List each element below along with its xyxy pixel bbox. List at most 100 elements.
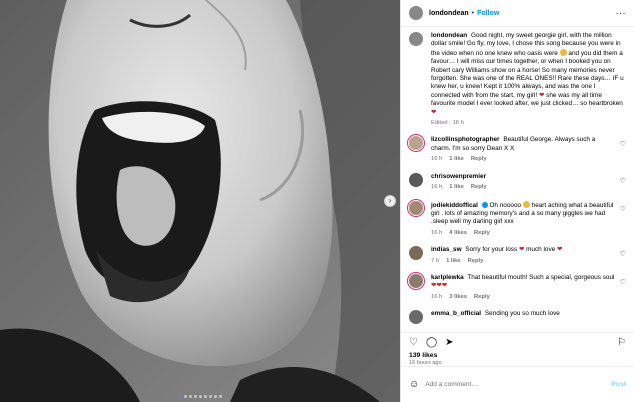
post-photo[interactable]: ›: [0, 0, 400, 402]
save-bookmark-icon[interactable]: ⚐: [617, 338, 626, 348]
comment-meta: 7 h 1 like Reply: [431, 257, 616, 265]
instagram-post-modal: › londondean • Follow ··· londondean Goo…: [0, 0, 634, 402]
caption-meta: Edited · 16 h: [431, 119, 626, 127]
carousel-dot: [188, 395, 192, 398]
caption-username[interactable]: londondean: [431, 32, 467, 39]
like-comment-heart-icon[interactable]: ♡: [620, 177, 626, 192]
reply-button[interactable]: Reply: [468, 257, 484, 265]
next-photo-button[interactable]: ›: [384, 195, 396, 207]
comment-body: emma_b_official Sending you so much love: [431, 310, 626, 324]
comment-time: 16 h: [431, 293, 443, 300]
carousel-dot: [198, 395, 202, 398]
reply-button[interactable]: Reply: [474, 229, 490, 237]
comment-avatar[interactable]: [409, 273, 423, 288]
comment-text: Oh nooooo: [489, 201, 522, 209]
comment-item: karlplewka That beautiful mouth! Such a …: [409, 273, 626, 301]
broken-heart-emoji-icon: ❤: [431, 108, 437, 116]
follow-button[interactable]: Follow: [477, 10, 499, 17]
caption-body: londondean Good night, my sweet georgie …: [431, 32, 626, 127]
author-username[interactable]: londondean: [429, 10, 469, 17]
carousel-dots: [0, 395, 400, 398]
post-comment-button[interactable]: Post: [611, 381, 626, 388]
reply-button[interactable]: Reply: [474, 293, 490, 301]
comment-likes[interactable]: 1 like: [446, 257, 461, 265]
caption-edited: Edited · 16 h: [431, 120, 464, 127]
comment-likes[interactable]: 4 likes: [449, 229, 467, 237]
like-comment-heart-icon[interactable]: ♡: [620, 250, 626, 265]
carousel-dot: [208, 395, 212, 398]
red-heart-emoji-icon: ❤: [557, 246, 563, 254]
carousel-dot: [203, 395, 207, 398]
comment-username[interactable]: jodiekiddoffical: [431, 202, 478, 209]
reply-button[interactable]: Reply: [471, 183, 487, 191]
caption-avatar[interactable]: [409, 32, 423, 46]
likes-count[interactable]: 139 likes: [409, 352, 626, 359]
comment-likes[interactable]: 3 likes: [449, 293, 467, 301]
comment-meta: 16 h 4 likes Reply: [431, 229, 616, 237]
carousel-dot: [213, 395, 217, 398]
carousel-dot: [178, 395, 182, 398]
like-comment-heart-icon[interactable]: ♡: [620, 278, 626, 301]
comment-body: jodiekiddoffical Oh nooooo heart aching …: [431, 200, 616, 238]
comment-avatar[interactable]: [409, 172, 423, 187]
grin-emoji-icon: [559, 48, 567, 56]
comment-likes[interactable]: 1 like: [449, 183, 464, 191]
comment-text-2: much love: [526, 246, 556, 254]
post-actions: ♡ ◯ ➤ ⚐ 139 likes 16 hours ago: [401, 332, 634, 366]
comment-text: That beautiful mouth! Such a special, go…: [467, 273, 615, 281]
comment-avatar[interactable]: [409, 246, 423, 261]
comment-username[interactable]: chrisowenpremier: [431, 173, 486, 180]
carousel-dot: [183, 395, 187, 398]
comment-username[interactable]: lizcollinsphotographer: [431, 136, 500, 143]
emoji-picker-icon[interactable]: ☺: [409, 379, 419, 390]
comment-bubble-icon[interactable]: ◯: [426, 338, 437, 348]
comment-item: chrisowenpremier 16 h 1 like Reply ♡: [409, 172, 626, 192]
comment-username[interactable]: emma_b_official: [431, 310, 481, 317]
comment-avatar[interactable]: [409, 136, 423, 151]
like-heart-icon[interactable]: ♡: [409, 338, 418, 348]
comment-meta: 16 h 1 like Reply: [431, 155, 616, 163]
red-heart-emoji-icon: ❤: [518, 246, 525, 254]
comment-username[interactable]: karlplewka: [431, 274, 464, 281]
comments-panel: londondean • Follow ··· londondean Good …: [400, 0, 634, 402]
comment-text: Sending you so much love: [484, 310, 560, 318]
sad-emoji-icon: [522, 200, 530, 208]
action-icons: ♡ ◯ ➤ ⚐: [409, 337, 626, 349]
comment-item: emma_b_official Sending you so much love: [409, 310, 626, 325]
comment-meta: 16 h 1 like Reply: [431, 183, 616, 191]
like-comment-heart-icon[interactable]: ♡: [620, 140, 626, 163]
comment-body: chrisowenpremier 16 h 1 like Reply: [431, 173, 616, 192]
comments-scroll[interactable]: londondean Good night, my sweet georgie …: [401, 28, 634, 332]
comment-item: jodiekiddoffical Oh nooooo heart aching …: [409, 200, 626, 238]
comment-body: karlplewka That beautiful mouth! Such a …: [431, 274, 616, 301]
comment-avatar[interactable]: [409, 310, 423, 325]
red-hearts-emoji-icon: ❤❤❤: [431, 282, 448, 290]
share-send-icon[interactable]: ➤: [445, 338, 453, 348]
comment-body: indias_sw Sorry for your loss ❤ much lov…: [431, 246, 616, 265]
more-options-icon[interactable]: ···: [616, 8, 627, 18]
comment-likes[interactable]: 1 like: [449, 155, 464, 163]
comment-time: 7 h: [431, 257, 440, 264]
comment-username[interactable]: indias_sw: [431, 246, 462, 253]
comment-text: Sorry for your loss: [465, 246, 518, 254]
red-heart-emoji-icon: ❤: [538, 91, 545, 99]
add-comment-bar: ☺ Post: [401, 366, 634, 402]
like-comment-heart-icon[interactable]: ♡: [620, 205, 626, 238]
author-avatar[interactable]: [409, 6, 423, 20]
comment-body: lizcollinsphotographer Beautiful George.…: [431, 136, 616, 163]
post-header: londondean • Follow ···: [401, 0, 634, 27]
add-comment-input[interactable]: [425, 381, 612, 388]
comment-avatar[interactable]: [409, 200, 423, 215]
comment-time: 16 h: [431, 184, 443, 191]
header-separator: •: [471, 9, 475, 17]
comment-meta: 16 h 3 likes Reply: [431, 293, 616, 301]
caption: londondean Good night, my sweet georgie …: [409, 32, 626, 127]
carousel-dot: [193, 395, 197, 398]
comment-item: lizcollinsphotographer Beautiful George.…: [409, 136, 626, 163]
reply-button[interactable]: Reply: [471, 155, 487, 163]
carousel-dot: [218, 395, 222, 398]
comment-time: 16 h: [431, 156, 443, 163]
verified-badge-icon: [481, 201, 488, 208]
photo-illustration: [0, 0, 400, 402]
comment-item: indias_sw Sorry for your loss ❤ much lov…: [409, 246, 626, 265]
